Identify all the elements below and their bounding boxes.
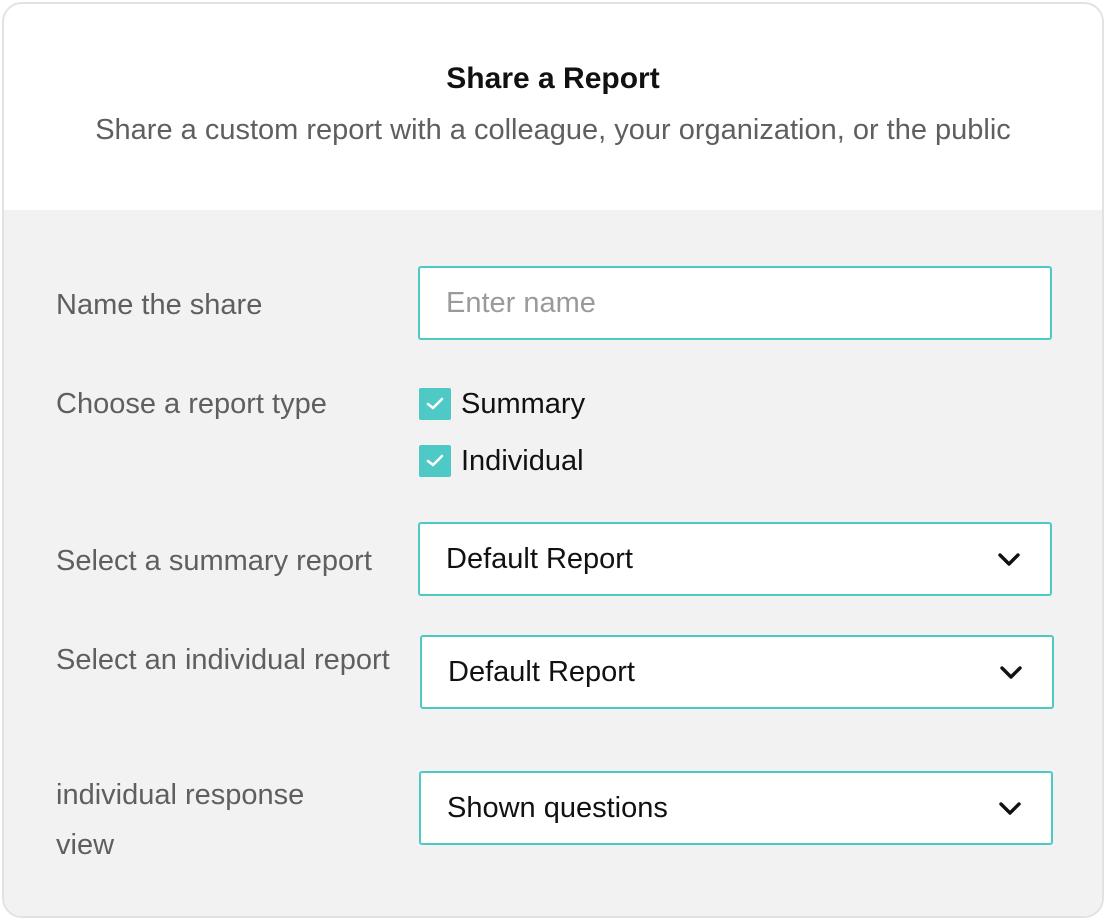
check-icon <box>426 397 444 410</box>
summary-report-value: Default Report <box>446 543 633 575</box>
individual-report-select[interactable]: Default Report <box>420 635 1054 709</box>
summary-checkbox-label: Summary <box>461 388 586 420</box>
summary-report-select[interactable]: Default Report <box>418 522 1052 596</box>
dialog-subtitle: Share a custom report with a colleague, … <box>95 114 1011 146</box>
summary-report-label: Select a summary report <box>56 545 372 577</box>
dialog-body: Name the share Enter name Choose a repor… <box>4 210 1102 916</box>
report-type-label: Choose a report type <box>56 388 327 420</box>
name-share-label: Name the share <box>56 289 263 321</box>
summary-checkbox[interactable] <box>419 388 451 420</box>
share-name-input[interactable]: Enter name <box>418 266 1052 340</box>
individual-checkbox[interactable] <box>419 445 451 477</box>
response-view-value: Shown questions <box>447 792 668 824</box>
check-icon <box>426 454 444 467</box>
dialog-header: Share a Report Share a custom report wit… <box>4 4 1102 210</box>
chevron-down-icon <box>998 553 1020 566</box>
chevron-down-icon <box>999 802 1021 815</box>
share-name-placeholder: Enter name <box>446 287 596 319</box>
individual-report-label: Select an individual report <box>56 644 390 676</box>
chevron-down-icon <box>1000 666 1022 679</box>
share-report-dialog: Share a Report Share a custom report wit… <box>2 2 1104 918</box>
individual-report-value: Default Report <box>448 656 635 688</box>
response-view-label: individual response view <box>56 779 305 861</box>
dialog-title: Share a Report <box>446 62 660 95</box>
individual-checkbox-label: Individual <box>461 445 584 477</box>
response-view-select[interactable]: Shown questions <box>419 771 1053 845</box>
